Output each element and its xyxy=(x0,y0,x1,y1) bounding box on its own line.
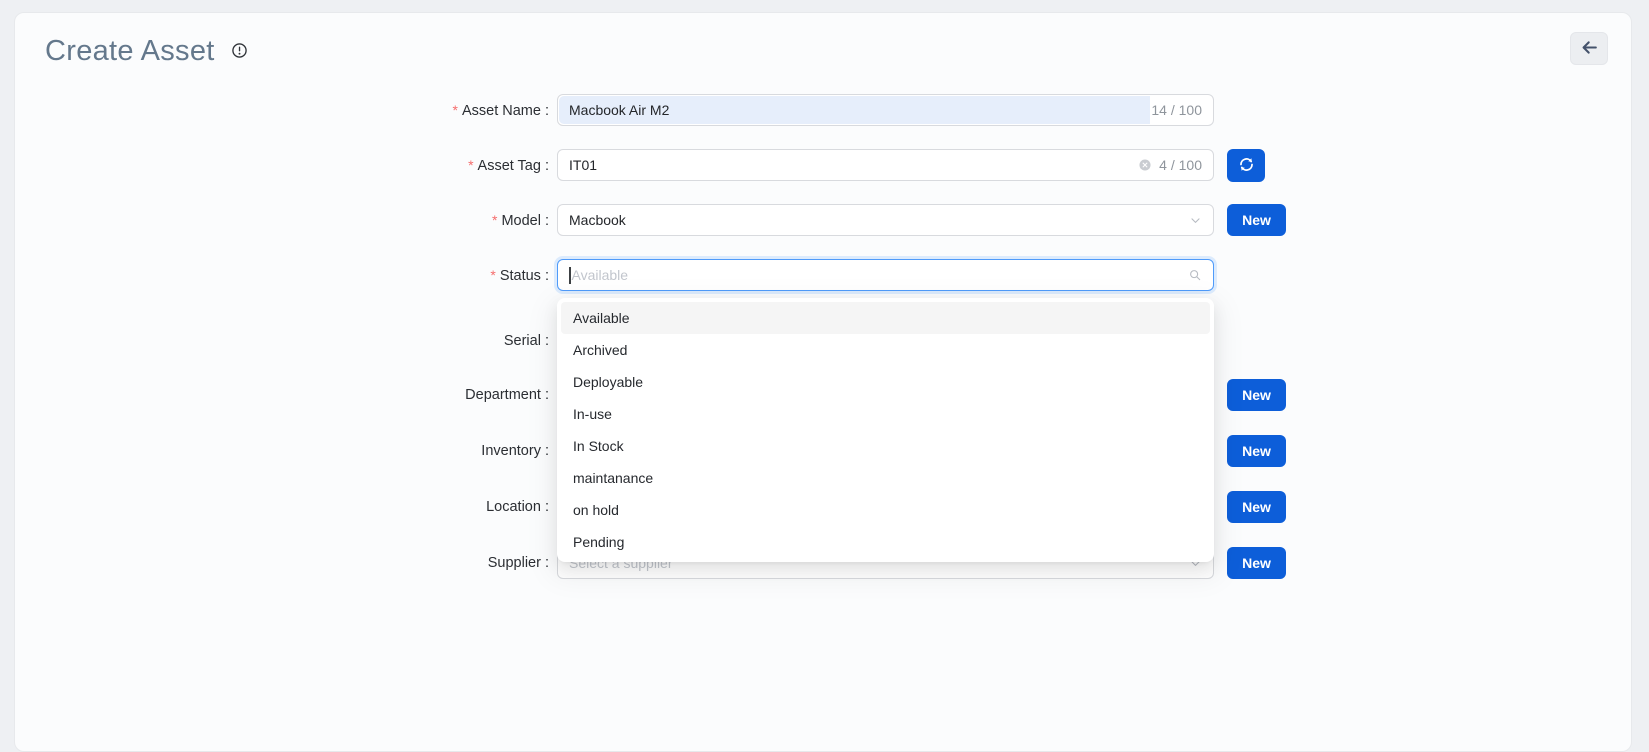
status-option-available[interactable]: Available xyxy=(561,302,1210,334)
sync-icon xyxy=(1238,156,1255,176)
create-asset-form: *Asset Name : Macbook Air M2 14 / 100 *A… xyxy=(15,94,1631,579)
title-help-button[interactable] xyxy=(231,42,248,62)
arrow-left-icon xyxy=(1580,38,1599,60)
new-inventory-button[interactable]: New xyxy=(1227,435,1286,467)
required-asterisk: * xyxy=(453,102,458,118)
asset-name-input[interactable]: Macbook Air M2 14 / 100 xyxy=(557,94,1214,126)
create-asset-card: Create Asset *Asset Name : Macbook Air M… xyxy=(14,12,1632,752)
card-header: Create Asset xyxy=(15,13,1631,71)
status-option-pending[interactable]: Pending xyxy=(561,526,1210,558)
required-asterisk: * xyxy=(468,157,473,173)
status-placeholder: Available xyxy=(569,267,1180,284)
model-value: Macbook xyxy=(569,212,1181,228)
department-label: Department : xyxy=(15,379,549,411)
model-label: *Model : xyxy=(15,204,549,237)
status-option-in-stock[interactable]: In Stock xyxy=(561,430,1210,462)
chevron-down-icon xyxy=(1189,214,1202,227)
new-location-button[interactable]: New xyxy=(1227,491,1286,523)
asset-name-char-counter: 14 / 100 xyxy=(1151,102,1202,118)
new-model-button[interactable]: New xyxy=(1227,204,1286,236)
inventory-label: Inventory : xyxy=(15,435,549,467)
status-select[interactable]: Available xyxy=(557,259,1214,291)
back-button[interactable] xyxy=(1570,32,1608,65)
asset-tag-label: *Asset Tag : xyxy=(15,149,549,182)
supplier-label: Supplier : xyxy=(15,547,549,579)
asset-name-label: *Asset Name : xyxy=(15,94,549,127)
status-row: *Status : Available Available Archived D… xyxy=(15,259,1631,292)
location-label: Location : xyxy=(15,491,549,523)
status-dropdown: Available Archived Deployable In-use In … xyxy=(557,298,1214,562)
generate-asset-tag-button[interactable] xyxy=(1227,149,1265,182)
required-asterisk: * xyxy=(490,267,495,283)
search-icon xyxy=(1188,268,1202,282)
required-asterisk: * xyxy=(492,212,497,228)
asset-tag-row: *Asset Tag : IT01 4 / 100 xyxy=(15,149,1631,182)
status-label: *Status : xyxy=(15,259,549,292)
status-option-on-hold[interactable]: on hold xyxy=(561,494,1210,526)
text-cursor xyxy=(569,267,571,284)
status-option-deployable[interactable]: Deployable xyxy=(561,366,1210,398)
asset-tag-char-counter: 4 / 100 xyxy=(1159,157,1202,173)
new-department-button[interactable]: New xyxy=(1227,379,1286,411)
asset-name-row: *Asset Name : Macbook Air M2 14 / 100 xyxy=(15,94,1631,127)
new-supplier-button[interactable]: New xyxy=(1227,547,1286,579)
exclamation-circle-icon xyxy=(231,42,248,62)
model-row: *Model : Macbook New xyxy=(15,204,1631,237)
status-option-in-use[interactable]: In-use xyxy=(561,398,1210,430)
status-option-maintanance[interactable]: maintanance xyxy=(561,462,1210,494)
serial-label: Serial : xyxy=(15,325,549,357)
status-option-archived[interactable]: Archived xyxy=(561,334,1210,366)
model-select[interactable]: Macbook xyxy=(557,204,1214,236)
asset-tag-value: IT01 xyxy=(569,157,1130,173)
page-title: Create Asset xyxy=(45,31,215,71)
close-circle-icon[interactable] xyxy=(1138,158,1152,172)
asset-name-value: Macbook Air M2 xyxy=(569,102,1144,118)
asset-tag-input[interactable]: IT01 4 / 100 xyxy=(557,149,1214,181)
